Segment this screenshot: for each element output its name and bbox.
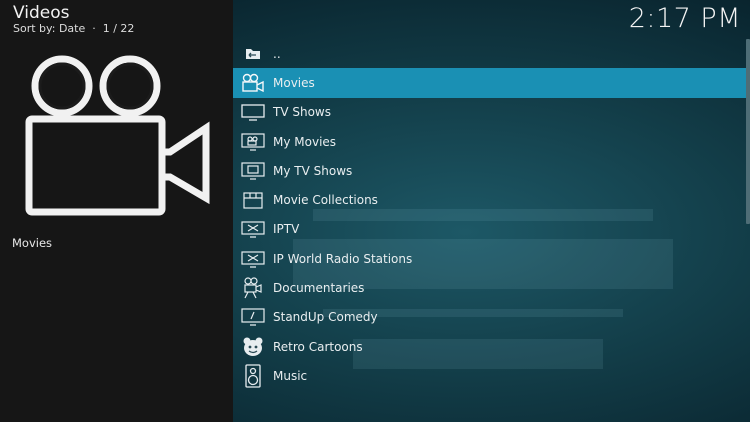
list-item-my-tv-shows[interactable]: My TV Shows [233, 156, 748, 185]
folder-back-icon [233, 39, 273, 68]
collection-box-icon [233, 186, 273, 215]
media-source-list: .. Movies TV Shows My Movies My TV Shows [233, 39, 748, 391]
list-item-label: IP World Radio Stations [273, 251, 413, 266]
list-item-tv-shows[interactable]: TV Shows [233, 98, 748, 127]
kodi-videos-screen: Movies Videos Sort by: Date · 1 / 22 2:1… [0, 0, 750, 422]
list-item-label: My Movies [273, 134, 337, 149]
list-item-my-movies[interactable]: My Movies [233, 127, 748, 156]
list-item-retro-cartoons[interactable]: Retro Cartoons [233, 332, 748, 361]
speaker-icon [233, 361, 273, 390]
list-item-label: Movie Collections [273, 193, 378, 208]
list-item-label: .. [273, 46, 281, 61]
list-item-iptv[interactable]: IPTV [233, 215, 748, 244]
list-item-ip-world-radio[interactable]: IP World Radio Stations [233, 244, 748, 273]
list-item-documentaries[interactable]: Documentaries [233, 273, 748, 302]
list-item-music[interactable]: Music [233, 361, 748, 390]
list-item-parent-folder[interactable]: .. [233, 39, 748, 68]
list-item-label: StandUp Comedy [273, 310, 378, 325]
documentary-camera-icon [233, 274, 273, 303]
list-item-label: My TV Shows [273, 163, 353, 178]
sort-and-position: Sort by: Date · 1 / 22 [13, 22, 135, 35]
list-item-movies[interactable]: Movies [233, 68, 748, 98]
monitor-camera-icon [233, 127, 273, 156]
cartoon-logo-icon [233, 332, 273, 361]
window-title: Videos [13, 3, 70, 23]
list-item-label: Music [273, 368, 308, 383]
iptv-icon [233, 215, 273, 244]
radio-icon [233, 244, 273, 273]
comedy-monitor-icon [233, 303, 273, 332]
list-item-label: TV Shows [273, 105, 331, 120]
list-item-label: Documentaries [273, 281, 365, 296]
info-panel: Movies [0, 0, 233, 422]
list-item-label: IPTV [273, 222, 300, 237]
tv-icon [233, 98, 273, 127]
list-item-label: Movies [273, 75, 315, 90]
list-item-label: Retro Cartoons [273, 339, 363, 354]
list-item-standup-comedy[interactable]: StandUp Comedy [233, 303, 748, 332]
monitor-tv-icon [233, 156, 273, 185]
selected-item-label: Movies [12, 236, 53, 250]
movie-camera-poster-icon [25, 55, 210, 216]
list-scrollbar[interactable] [746, 39, 750, 224]
clock: 2:17 PM [628, 3, 741, 34]
list-item-movie-collections[interactable]: Movie Collections [233, 185, 748, 214]
movie-camera-icon [233, 68, 273, 97]
